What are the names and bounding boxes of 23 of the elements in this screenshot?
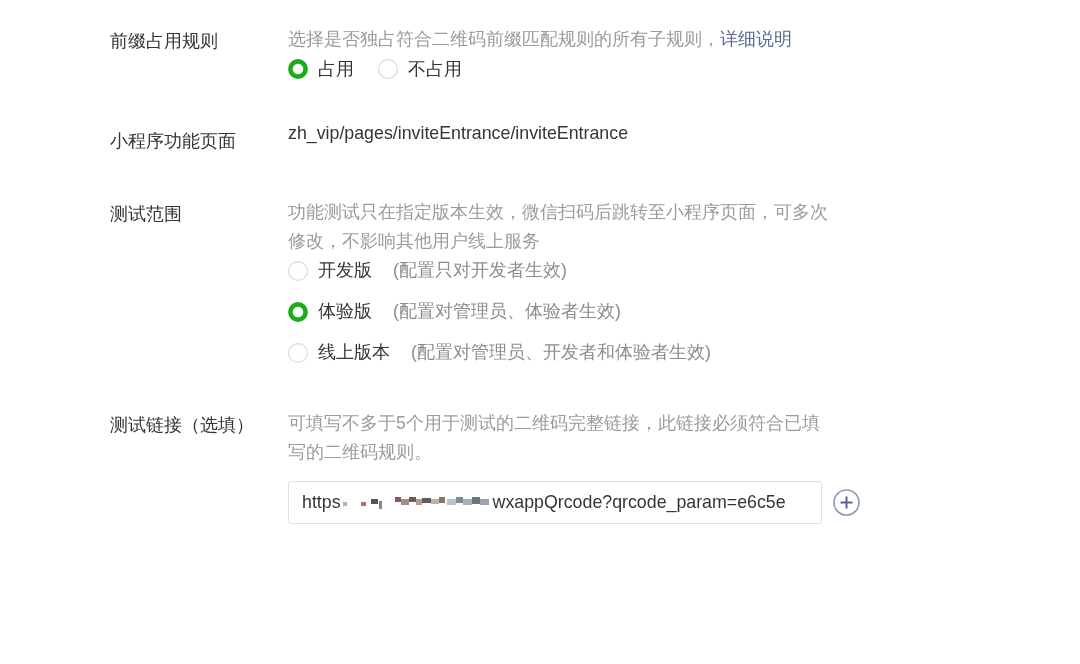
description-text: 可填写不多于5个用于测试的二维码完整链接，此链接必须符合已填写的二维码规则。 (288, 412, 821, 464)
description-text: 选择是否独占符合二维码前缀匹配规则的所有子规则，详细说明 (288, 28, 793, 51)
field-label: 测试链接（选填） (110, 414, 254, 437)
option-hint: (配置对管理员、开发者和体验者生效) (411, 341, 711, 364)
description-text: 功能测试只在指定版本生效，微信扫码后跳转至小程序页面，可多次修改，不影响其他用户线上服务 (288, 201, 829, 253)
radio-button[interactable] (288, 59, 308, 79)
option-hint: (配置对管理员、体验者生效) (393, 300, 621, 323)
option-label: 占用 (318, 57, 354, 81)
field-label: 测试范围 (110, 203, 182, 226)
option-hint: (配置只对开发者生效) (393, 259, 567, 282)
option-label: 不占用 (408, 57, 462, 81)
option-label: 开发版 (318, 259, 372, 282)
url-text: wxappQrcode?qrcode_param=e6c5e (492, 492, 786, 513)
field-label: 小程序功能页面 (110, 130, 236, 153)
field-label: 前缀占用规则 (110, 30, 218, 53)
page-path-text: zh_vip/pages/inviteEntrance/inviteEntrance (288, 122, 629, 146)
detail-link[interactable]: 详细说明 (720, 29, 792, 49)
url-text: https (302, 492, 341, 513)
option-label: 体验版 (318, 300, 372, 323)
url-input-field[interactable]: https wxappQrcode?qrcode_param=e6c5e (288, 481, 822, 524)
option-label: 线上版本 (318, 341, 390, 364)
add-icon[interactable] (833, 489, 860, 516)
radio-button[interactable] (288, 301, 308, 322)
